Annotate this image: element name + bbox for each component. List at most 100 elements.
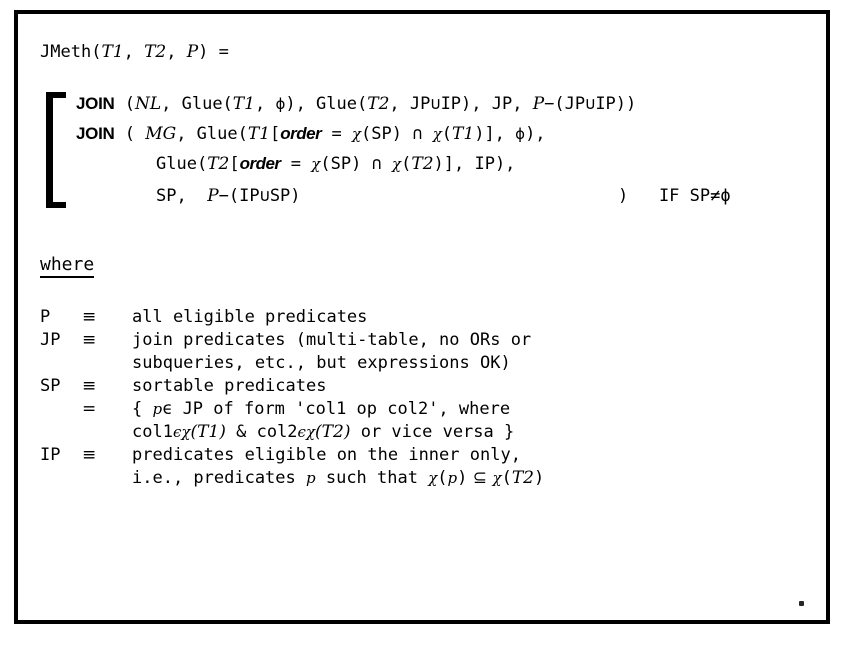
ip-paren-close-2: ) [533, 468, 545, 488]
definition-jp-line2: subqueries, etc., but expressions OK) [40, 352, 810, 375]
join-alternative-mg-line2: Glue(T2[order = χ(SP) ∩ χ(T2)], IP), [156, 154, 515, 174]
mg2-bracket-open: [ [229, 154, 240, 174]
mg-bracket-open: [ [270, 124, 281, 144]
figure-body: JMeth(T1, T2, P) = JOIN (NL, Glue(T1, ϕ)… [18, 14, 826, 620]
definition-ip-line2: i.e., predicates p such that χ(p) ⊆ χ(T2… [40, 467, 810, 490]
setbuilder-col2: col2 [256, 422, 298, 442]
ip-paren-open-1: ( [437, 468, 448, 488]
setbuilder-tail: or vice versa } [350, 422, 515, 442]
comma-1: , [123, 42, 145, 62]
nl-part-open: ( [114, 94, 135, 114]
mg2-sp-intersect: (SP) ∩ [320, 154, 393, 174]
setbuilder-member-chi-2: ϵχ [297, 423, 316, 441]
where-heading: where [40, 254, 95, 278]
join-alternative-mg-line3: SP, P−(IP∪SP) [156, 186, 301, 206]
nl-table-t1: T1 [232, 94, 255, 114]
definition-symbol-jp: JP [40, 330, 61, 350]
definition-text-sp: sortable predicates [132, 376, 327, 396]
mg-chi-symbol-2: χ [432, 125, 442, 143]
ip-paren-close-1: ) [457, 468, 468, 488]
equation-head: JMeth(T1, T2, P) = [40, 42, 229, 62]
definition-ip-line1: IP ≡ predicates eligible on the inner only… [40, 444, 810, 467]
nl-part-tail: −(JP∪IP)) [544, 94, 637, 114]
bracket-stem [46, 92, 53, 208]
ip-variable-p-2: p [447, 469, 458, 487]
definition-row-sp-setbuilder: = { pϵ JP of form 'col1 op col2', where c… [40, 398, 810, 444]
setbuilder-line1-rest: ϵ JP of form 'col1 op col2', where [162, 399, 511, 419]
join-keyword-mg: JOIN [76, 124, 115, 143]
paren-open: ( [91, 42, 102, 62]
ip-variable-p: p [306, 469, 316, 487]
mg-empty-set-symbol: ϕ [515, 125, 526, 143]
join-alternative-nl: JOIN (NL, Glue(T1, ϕ), Glue(T2, JP∪IP), … [76, 94, 636, 114]
mg2-chi-symbol-2: χ [392, 155, 402, 173]
nl-part-comma: , [254, 94, 276, 114]
mg-table-t1-inner: T1 [452, 124, 475, 144]
definition-row-jp: JP ≡ join predicates (multi-table, no ORs … [40, 329, 810, 375]
ip-line2-pre: i.e., predicates [132, 468, 306, 488]
argument-t2: T2 [144, 42, 167, 62]
mg-method-label: MG [145, 124, 177, 144]
definition-text-p: all eligible predicates [132, 307, 368, 327]
condition-if-sp-nonempty: ) IF SP≠ϕ [618, 186, 731, 206]
ip-line2-mid: such that [315, 468, 429, 488]
mg-chi-symbol-1: χ [351, 125, 362, 143]
definition-relation-setbuilder: = [82, 399, 97, 419]
ip-table-t2: T2 [511, 468, 534, 488]
figure-frame: JMeth(T1, T2, P) = JOIN (NL, Glue(T1, ϕ)… [14, 10, 830, 624]
mg-order-keyword: order [280, 124, 322, 143]
definition-setbuilder-line1: = { pϵ JP of form 'col1 op col2', where [40, 398, 810, 421]
scan-artifact-dot [799, 601, 804, 606]
ip-subset-symbol: ⊆ [467, 468, 493, 488]
join-keyword: JOIN [76, 94, 115, 113]
nl-table-t2: T2 [367, 94, 390, 114]
definition-relation-p: ≡ [82, 307, 97, 327]
large-bracket [46, 92, 66, 208]
definition-list: P ≡ all eligible predicates JP ≡ join predic… [40, 306, 810, 490]
definition-symbol-ip: IP [40, 445, 61, 465]
setbuilder-member-chi-1: ϵχ [172, 423, 191, 441]
mg-line1-tail: ), [525, 124, 546, 144]
mg-part-open: ( [114, 124, 146, 144]
setbuilder-col1: col1 [132, 422, 173, 442]
mg2-table-t2: T2 [207, 154, 230, 174]
setbuilder-variable-p: p [152, 400, 163, 418]
mg3-predicate-p: P [207, 186, 219, 206]
nl-method-label: NL [134, 94, 162, 114]
definition-relation-sp: ≡ [82, 376, 97, 396]
setbuilder-t2: (T2) [315, 422, 351, 442]
definition-row-sp: SP ≡ sortable predicates [40, 375, 810, 398]
setbuilder-ampersand: & [225, 422, 257, 442]
setbuilder-t1: (T1) [190, 422, 226, 442]
definition-jp-line1: JP ≡ join predicates (multi-table, no ORs … [40, 329, 810, 352]
mg2-table-t2-inner: T2 [411, 154, 434, 174]
definition-relation-ip: ≡ [82, 445, 97, 465]
definition-setbuilder-line2: col1ϵχ(T1) & col2ϵχ(T2) or vice versa } [40, 421, 810, 444]
nl-predicate-p: P [532, 94, 545, 114]
mg3-sp: SP, [156, 186, 208, 206]
definition-symbol-p: P [40, 307, 51, 327]
definition-relation-jp: ≡ [82, 330, 97, 350]
bracket-bottom-arm [46, 202, 66, 208]
mg3-tail: −(IP∪SP) [218, 186, 301, 206]
mg-table-t1: T1 [247, 124, 271, 144]
mg2-glue: Glue( [156, 154, 208, 174]
nl-part-glue2: ), Glue( [285, 94, 368, 114]
function-name: JMeth [40, 42, 92, 62]
equals-sign: = [208, 42, 229, 62]
nl-part-preds: , JP∪IP), JP, [389, 94, 533, 114]
join-alternative-mg-line1: JOIN ( MG, Glue(T1[order = χ(SP) ∩ χ(T1)… [76, 124, 546, 144]
argument-p: P [186, 42, 199, 62]
mg-sp-intersect: (SP) ∩ [361, 124, 433, 144]
nl-part-glue1: , Glue( [161, 94, 233, 114]
mg2-order-equals: = [280, 154, 312, 174]
comma-2: , [166, 42, 187, 62]
ip-chi-symbol-1: χ [428, 469, 438, 487]
mg2-chi-symbol-1: χ [311, 155, 321, 173]
ip-paren-open-2: ( [501, 468, 512, 488]
definition-sp-line1: SP ≡ sortable predicates [40, 375, 810, 398]
mg-close-bracket: )], [474, 124, 516, 144]
nl-empty-set-symbol: ϕ [275, 95, 286, 113]
definition-text-ip-1: predicates eligible on the inner only, [132, 445, 521, 465]
setbuilder-open-brace: { [132, 399, 153, 419]
